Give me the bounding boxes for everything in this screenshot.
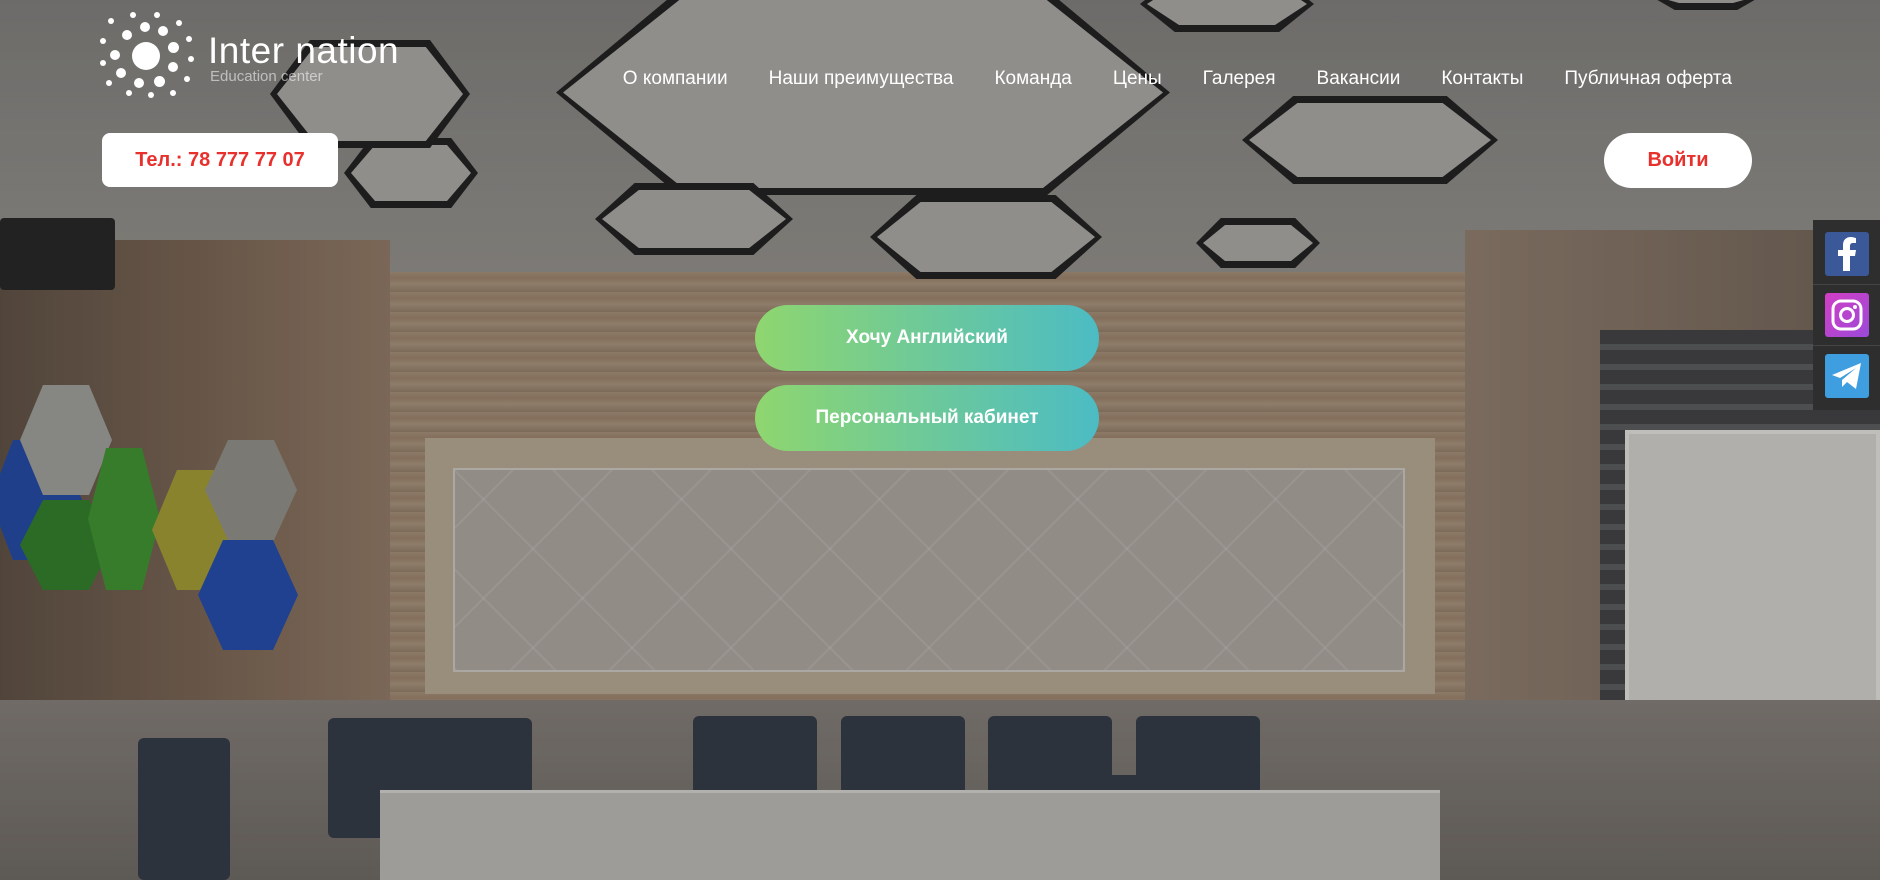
- nav-item-vacancies[interactable]: Вакансии: [1317, 68, 1401, 90]
- phone-button[interactable]: Тел.: 78 777 77 07: [102, 133, 338, 187]
- nav-item-contacts[interactable]: Контакты: [1441, 68, 1523, 90]
- facebook-link[interactable]: [1813, 224, 1880, 285]
- nav-item-advantages[interactable]: Наши преимущества: [769, 68, 954, 90]
- personal-cabinet-button[interactable]: Персональный кабинет: [755, 385, 1099, 451]
- page: Inter nation Education center О компании…: [0, 0, 1880, 880]
- want-english-button[interactable]: Хочу Английский: [755, 305, 1099, 371]
- nav-item-public-offer[interactable]: Публичная оферта: [1564, 68, 1732, 90]
- social-sidebar: [1813, 220, 1880, 410]
- nav-item-gallery[interactable]: Галерея: [1203, 68, 1276, 90]
- instagram-icon: [1824, 293, 1869, 337]
- telegram-icon: [1824, 354, 1869, 398]
- nav-item-prices[interactable]: Цены: [1113, 68, 1162, 90]
- login-button[interactable]: Войти: [1604, 133, 1752, 188]
- nav-item-team[interactable]: Команда: [994, 68, 1071, 90]
- logo[interactable]: Inter nation Education center: [100, 12, 430, 102]
- logo-title: Inter nation: [208, 30, 400, 71]
- logo-subtitle: Education center: [210, 68, 323, 85]
- main-nav: О компании Наши преимущества Команда Цен…: [623, 68, 1732, 90]
- facebook-icon: [1824, 232, 1869, 276]
- nav-item-about[interactable]: О компании: [623, 68, 728, 90]
- telegram-link[interactable]: [1813, 346, 1880, 406]
- instagram-link[interactable]: [1813, 285, 1880, 346]
- logo-mark-icon: [100, 12, 196, 98]
